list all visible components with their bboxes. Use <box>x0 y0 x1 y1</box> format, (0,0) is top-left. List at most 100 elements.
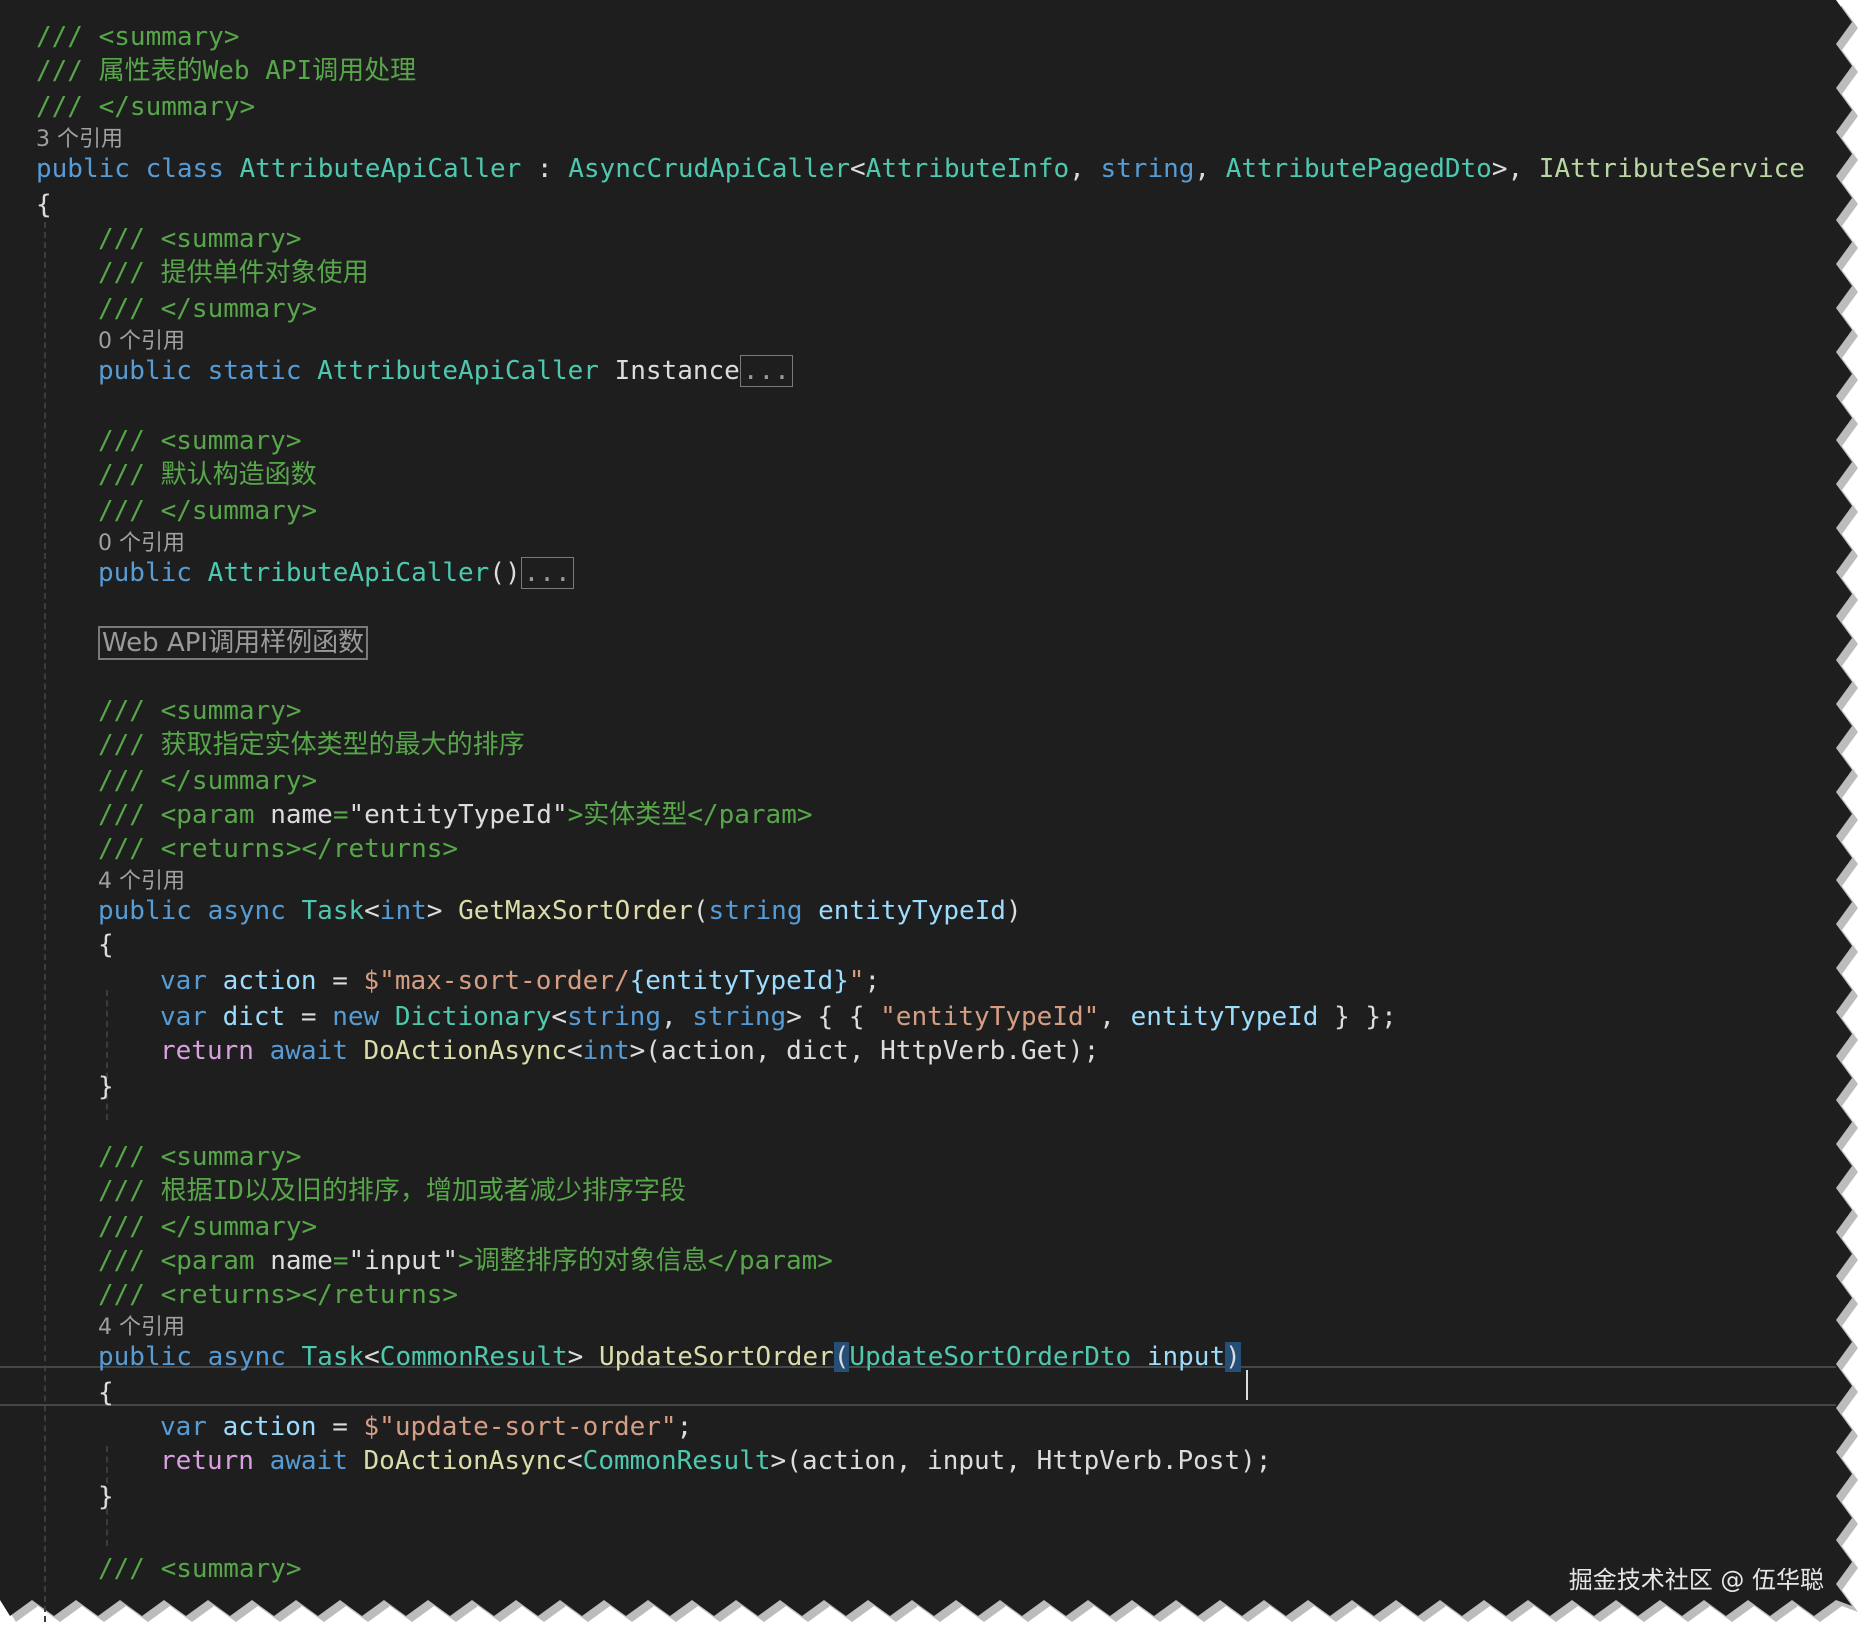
code-token: AttributeInfo <box>865 154 1070 184</box>
code-token: > <box>629 1036 646 1066</box>
code-token: ) <box>1005 896 1022 926</box>
comment-text: /// 根据ID以及旧的排序，增加或者减少排序字段 <box>98 1176 686 1206</box>
code-token: AsyncCrudApiCaller <box>568 154 851 184</box>
code-token: name <box>270 800 333 830</box>
parameter-name: entityTypeId <box>818 896 1006 926</box>
codelens-text: 3 个引用 <box>36 127 123 152</box>
code-token: public <box>36 154 130 184</box>
doc-comment-line: /// </summary> <box>98 1210 317 1244</box>
watermark: 掘金技术社区 @ 伍华聪 <box>1568 1566 1824 1594</box>
code-token: = <box>285 1002 333 1032</box>
code-token: { { <box>801 1002 881 1032</box>
comment-text: /// <returns></returns> <box>98 834 459 864</box>
doc-comment-line: /// </summary> <box>98 292 317 326</box>
code-token: class <box>145 154 224 184</box>
parameter-name: input <box>1146 1342 1226 1372</box>
code-token: string <box>1100 154 1195 184</box>
code-token: = <box>332 1246 349 1276</box>
code-token: public <box>98 896 192 926</box>
code-token: ; <box>864 966 881 996</box>
code-token: < <box>364 896 380 926</box>
code-token: < <box>551 1002 568 1032</box>
code-token: > <box>567 1342 584 1372</box>
brace-line: { <box>36 188 52 222</box>
codelens-references[interactable]: 4 个引用 <box>98 1314 185 1342</box>
code-token: < <box>567 1446 583 1476</box>
statement-line: var action = $"update-sort-order"; <box>160 1410 692 1444</box>
param-doc-line: /// <param name="input">调整排序的对象信息</param… <box>98 1244 833 1278</box>
method-signature: public async Task<int> GetMaxSortOrder(s… <box>98 894 1022 928</box>
method-name: UpdateSortOrder <box>598 1342 834 1372</box>
statement-line: return await DoActionAsync<CommonResult>… <box>160 1444 1271 1478</box>
codelens-text: 0 个引用 <box>98 329 185 354</box>
code-token: ) <box>1225 1342 1241 1372</box>
code-token: name <box>270 1246 333 1276</box>
comment-text: /// </summary> <box>36 92 256 122</box>
code-token: = <box>316 1412 364 1442</box>
code-token: int <box>379 896 427 926</box>
doc-comment-line: /// <returns></returns> <box>98 1278 458 1312</box>
statement-line: var action = $"max-sort-order/{entityTyp… <box>160 964 880 998</box>
code-token: return <box>160 1446 254 1476</box>
property-declaration: public static AttributeApiCaller Instanc… <box>98 354 793 388</box>
comment-text: /// <summary> <box>98 1554 302 1584</box>
comment-text: /// 默认构造函数 <box>98 460 317 490</box>
code-token: /// <param <box>98 1246 271 1276</box>
codelens-references[interactable]: 3 个引用 <box>36 126 123 154</box>
region-label: Web API调用样例函数 <box>98 626 369 660</box>
code-token: public <box>98 1342 192 1372</box>
code-token: string <box>567 1002 661 1032</box>
code-lines[interactable]: /// <summary> /// 属性表的Web API调用处理 /// </su… <box>0 0 1864 1631</box>
code-token: public <box>98 558 192 588</box>
codelens-references[interactable]: 0 个引用 <box>98 328 185 356</box>
method-signature: public async Task<CommonResult> UpdateSo… <box>98 1340 1241 1374</box>
code-token: $ <box>363 1412 380 1442</box>
brace-line: } <box>98 1070 114 1104</box>
code-token: CommonResult <box>379 1342 568 1372</box>
codelens-references[interactable]: 4 个引用 <box>98 868 185 896</box>
brace: { <box>36 190 52 220</box>
code-token: await <box>269 1036 348 1066</box>
codelens-references[interactable]: 0 个引用 <box>98 530 185 558</box>
code-token: "entityTypeId" <box>880 1002 1100 1032</box>
brace-line: } <box>98 1480 114 1514</box>
code-token: action <box>222 1412 317 1442</box>
collapsed-region[interactable]: Web API调用样例函数 <box>98 626 369 660</box>
code-token: await <box>269 1446 348 1476</box>
code-token: , <box>1194 154 1226 184</box>
comment-text: /// <returns></returns> <box>98 1280 459 1310</box>
code-token: > <box>426 896 443 926</box>
text-caret <box>1246 1370 1248 1400</box>
code-token: entityTypeId <box>1130 1002 1319 1032</box>
code-token: = <box>316 966 364 996</box>
codelens-text: 0 个引用 <box>98 531 185 556</box>
comment-text: /// <summary> <box>98 426 302 456</box>
code-token: CommonResult <box>582 1446 771 1476</box>
method-name: GetMaxSortOrder <box>458 896 693 926</box>
code-token: AttributeApiCaller <box>317 356 599 386</box>
code-token: dict <box>222 1002 286 1032</box>
code-token: >实体类型</param> <box>567 800 813 830</box>
comment-text: /// </summary> <box>98 1212 318 1242</box>
code-token: () <box>489 558 521 588</box>
property-name: Instance <box>614 356 740 386</box>
doc-comment-line: /// <summary> <box>98 424 302 458</box>
comment-text: /// </summary> <box>98 766 318 796</box>
code-editor[interactable]: /// <summary> /// 属性表的Web API调用处理 /// </su… <box>0 0 1864 1631</box>
class-name: AttributeApiCaller <box>239 154 522 184</box>
doc-comment-line: /// <summary> <box>36 20 240 54</box>
brace: { <box>98 930 114 960</box>
brace-line: { <box>98 928 114 962</box>
doc-comment-line: /// </summary> <box>98 494 317 528</box>
code-token: DoActionAsync <box>363 1036 568 1066</box>
doc-comment-line: /// </summary> <box>36 90 255 124</box>
collapsed-block: ... <box>739 355 793 387</box>
code-token: var <box>160 1412 207 1442</box>
code-token: " <box>848 966 865 996</box>
doc-comment-line: /// 默认构造函数 <box>98 458 317 492</box>
code-token: string <box>692 1002 787 1032</box>
comment-text: /// 属性表的Web API调用处理 <box>36 56 417 86</box>
collapsed-block: ... <box>520 557 574 589</box>
code-token: string <box>708 896 803 926</box>
code-token: Task <box>301 896 365 926</box>
